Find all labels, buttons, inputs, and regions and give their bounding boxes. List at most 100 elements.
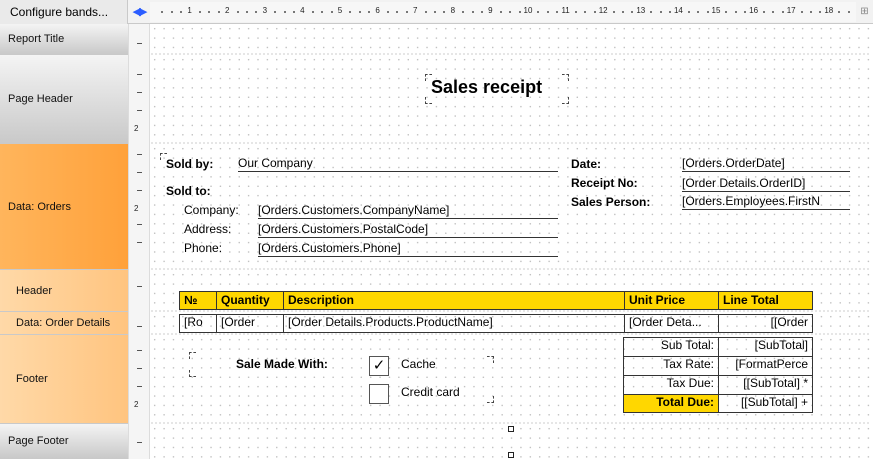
ruler-tick bbox=[810, 11, 812, 13]
details-data-row: [Ro [Order [Order Details.Products.Produ… bbox=[179, 314, 813, 333]
band-label: Data: Orders bbox=[8, 200, 71, 213]
cache-checkbox[interactable]: ✓ bbox=[369, 356, 389, 376]
ruler-number: 1 bbox=[187, 6, 192, 15]
total-due-value[interactable]: [[SubTotal] + bbox=[718, 394, 813, 413]
date-label[interactable]: Date: bbox=[571, 156, 601, 172]
address-field[interactable]: [Orders.Customers.PostalCode] bbox=[258, 221, 558, 238]
tax-rate-label[interactable]: Tax Rate: bbox=[623, 356, 719, 376]
band-label: Footer bbox=[16, 373, 48, 385]
ruler-tick bbox=[819, 11, 822, 13]
ruler-number: 9 bbox=[488, 6, 493, 15]
sales-person-field[interactable]: [Orders.Employees.FirstN bbox=[682, 193, 850, 210]
band-footer[interactable]: Footer bbox=[0, 335, 128, 424]
ruler-number: 16 bbox=[749, 6, 759, 15]
sold-to-label[interactable]: Sold to: bbox=[166, 183, 211, 199]
ruler-tick bbox=[622, 11, 624, 13]
section-report-title[interactable] bbox=[150, 24, 870, 53]
ruler-tick bbox=[593, 11, 596, 13]
phone-field[interactable]: [Orders.Customers.Phone] bbox=[258, 240, 558, 257]
subtotal-value[interactable]: [SubTotal] bbox=[718, 337, 813, 357]
tax-due-value[interactable]: [[SubTotal] * bbox=[718, 375, 813, 395]
section-page-header[interactable] bbox=[150, 55, 870, 142]
ruler-tick bbox=[499, 11, 502, 13]
ruler-tick bbox=[208, 11, 211, 13]
cache-option-label[interactable]: Cache bbox=[401, 356, 436, 372]
unit-price-cell[interactable]: [Order Deta... bbox=[624, 314, 719, 333]
band-label: Header bbox=[16, 284, 53, 297]
ruler-tick bbox=[321, 11, 324, 13]
col-number-header[interactable]: № bbox=[179, 291, 217, 310]
subtotal-label[interactable]: Sub Total: bbox=[623, 337, 719, 357]
phone-label[interactable]: Phone: bbox=[184, 240, 222, 256]
col-description-header[interactable]: Description bbox=[283, 291, 625, 310]
band-page-footer[interactable]: Page Footer bbox=[0, 424, 128, 459]
company-field[interactable]: [Orders.Customers.CompanyName] bbox=[258, 202, 558, 219]
ruler-tick bbox=[706, 11, 709, 13]
ruler-number: 18 bbox=[824, 6, 834, 15]
details-header-row: № Quantity Description Unit Price Line T… bbox=[179, 291, 813, 310]
ruler-tick bbox=[236, 11, 239, 13]
ruler-tick bbox=[358, 11, 361, 13]
credit-card-option-label[interactable]: Credit card bbox=[401, 384, 460, 400]
credit-card-checkbox[interactable] bbox=[369, 384, 389, 404]
quantity-cell[interactable]: [Order bbox=[216, 314, 284, 333]
sold-by-label[interactable]: Sold by: bbox=[166, 156, 213, 172]
band-label: Report Title bbox=[8, 33, 65, 45]
ruler-tick bbox=[734, 11, 737, 13]
totals-table: Sub Total: [SubTotal] Tax Rate: [FormatP… bbox=[623, 337, 813, 413]
ruler-tick bbox=[462, 11, 465, 13]
ruler-tick bbox=[537, 11, 540, 13]
ruler-number: 10 bbox=[523, 6, 533, 15]
receipt-no-label[interactable]: Receipt No: bbox=[571, 175, 638, 191]
ruler-number: 13 bbox=[636, 6, 646, 15]
company-label[interactable]: Company: bbox=[184, 202, 239, 218]
ruler-tick bbox=[546, 11, 549, 13]
ruler-tick bbox=[283, 11, 286, 13]
resize-handle[interactable] bbox=[508, 452, 514, 458]
ruler-tick bbox=[471, 11, 474, 13]
resize-handle[interactable] bbox=[508, 426, 514, 432]
collapse-band-panel-icon[interactable]: ◀▶ bbox=[129, 3, 149, 21]
company-name-text[interactable]: Our Company bbox=[238, 155, 558, 172]
band-report-title[interactable]: Report Title bbox=[0, 24, 128, 55]
report-title-text[interactable]: Sales receipt bbox=[431, 76, 542, 98]
address-label[interactable]: Address: bbox=[184, 221, 231, 237]
total-due-label[interactable]: Total Due: bbox=[623, 394, 719, 413]
ruler-tick bbox=[847, 11, 850, 13]
configure-bands-button[interactable]: Configure bands... bbox=[0, 0, 128, 24]
ruler-tick bbox=[368, 11, 371, 13]
col-quantity-header[interactable]: Quantity bbox=[216, 291, 284, 310]
ruler-number: 5 bbox=[337, 6, 343, 15]
ruler-tick bbox=[443, 11, 446, 13]
vertical-ruler: 2 2 2 bbox=[128, 24, 150, 459]
ruler-tick bbox=[631, 11, 634, 13]
tax-rate-value[interactable]: [FormatPerce bbox=[718, 356, 813, 376]
tax-due-label[interactable]: Tax Due: bbox=[623, 375, 719, 395]
col-unit-price-header[interactable]: Unit Price bbox=[624, 291, 719, 310]
sale-made-with-label[interactable]: Sale Made With: bbox=[236, 356, 328, 372]
ruler-tick bbox=[255, 11, 258, 13]
band-label: Page Footer bbox=[8, 435, 69, 447]
ruler-tick bbox=[217, 11, 220, 13]
band-data-orders[interactable]: Data: Orders bbox=[0, 144, 128, 270]
ruler-tick bbox=[763, 11, 765, 13]
line-total-cell[interactable]: [[Order bbox=[718, 314, 813, 333]
horizontal-ruler: 1 2 3 4 5 6 7 8 9 10 11 12 13 14 15 16 17 18 bbox=[150, 2, 856, 22]
ruler-tick bbox=[772, 11, 775, 13]
ruler-tick bbox=[584, 11, 587, 13]
date-field[interactable]: [Orders.OrderDate] bbox=[682, 155, 850, 172]
ruler-tick bbox=[781, 11, 784, 13]
sales-person-label[interactable]: Sales Person: bbox=[571, 194, 650, 210]
band-header[interactable]: Header bbox=[0, 270, 128, 312]
ruler-tick bbox=[509, 11, 512, 13]
ruler-number: 12 bbox=[598, 6, 608, 15]
band-data-order-details[interactable]: Data: Order Details bbox=[0, 312, 128, 335]
receipt-no-field[interactable]: [Order Details.OrderID] bbox=[682, 175, 850, 192]
col-line-total-header[interactable]: Line Total bbox=[718, 291, 813, 310]
band-page-header[interactable]: Page Header bbox=[0, 55, 128, 144]
ruler-number: 6 bbox=[375, 6, 380, 15]
ruler-number: 4 bbox=[300, 6, 305, 15]
row-number-cell[interactable]: [Ro bbox=[179, 314, 217, 333]
ruler-number: 11 bbox=[561, 6, 570, 15]
description-cell[interactable]: [Order Details.Products.ProductName] bbox=[283, 314, 625, 333]
